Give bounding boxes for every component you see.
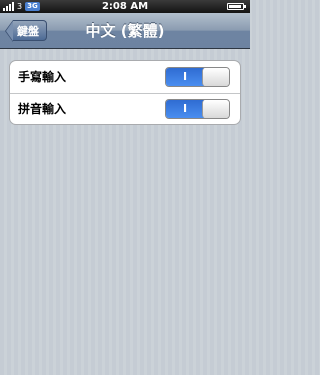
status-time: 2:08 AM (101, 1, 149, 12)
settings-group: 手寫輸入 I 拼音輸入 I (9, 60, 241, 125)
setting-label: 拼音輸入 (18, 102, 67, 116)
pinyin-toggle[interactable]: I (165, 99, 230, 119)
setting-row-pinyin: 拼音輸入 I (10, 93, 240, 125)
status-bar: 3 3G 2:08 AM (0, 0, 250, 13)
battery-icon (227, 3, 246, 10)
setting-row-handwriting: 手寫輸入 I (10, 61, 240, 94)
toggle-knob[interactable] (202, 100, 229, 118)
back-button[interactable]: 鍵盤 (5, 20, 47, 42)
toggle-on-indicator: I (166, 100, 204, 118)
toggle-on-indicator: I (166, 68, 204, 86)
setting-label: 手寫輸入 (18, 70, 67, 84)
navigation-bar: 中文 (繁體) 鍵盤 (0, 13, 250, 49)
toggle-knob[interactable] (202, 68, 229, 86)
handwriting-toggle[interactable]: I (165, 67, 230, 87)
